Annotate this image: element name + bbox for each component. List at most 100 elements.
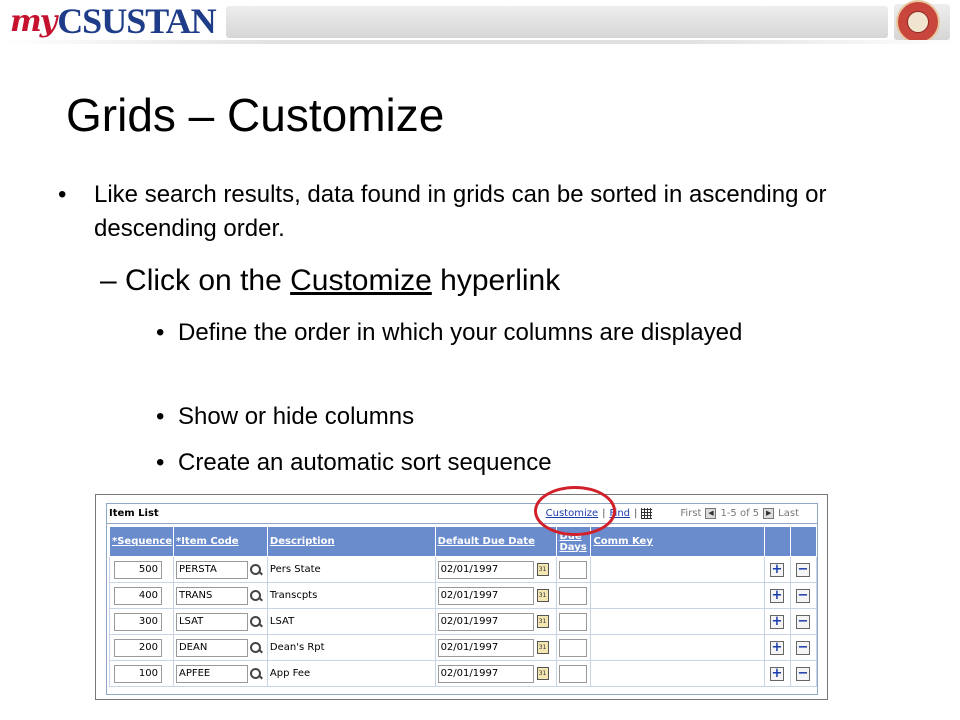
comm-key-cell [590,582,765,609]
item-table: *Sequence *Item Code Description Default… [109,526,818,687]
table-row: 300 LSAT LSAT 02/01/1997 31 + − [109,608,818,635]
grid-screenshot: Item List Customize | Find | First ◀ 1-5… [95,494,828,700]
lookup-icon[interactable] [249,563,262,576]
comm-key-cell [590,608,765,635]
due-days-input[interactable] [559,664,588,683]
slide-title: Grids – Customize [66,89,445,141]
col-item-code[interactable]: *Item Code [172,526,268,557]
calendar-icon[interactable]: 31 [536,667,549,680]
col-description[interactable]: Description [266,526,436,557]
due-date-input[interactable]: 02/01/1997 [437,638,534,657]
banner-bar [226,6,888,38]
add-row-button[interactable]: + [769,588,784,603]
calendar-icon[interactable]: 31 [536,615,549,628]
table-row: 500 PERSTA Pers State 02/01/1997 31 + − [109,556,818,583]
col-comm-key[interactable]: Comm Key [590,526,765,557]
add-row-button[interactable]: + [769,614,784,629]
bullet-level1: • Like search results, data found in gri… [58,178,908,246]
top-banner: my CSUSTAN [0,0,960,44]
due-date-input[interactable]: 02/01/1997 [437,560,534,579]
university-seal-icon [896,0,940,44]
grid-header: Item List Customize | Find | First ◀ 1-5… [107,504,817,524]
lookup-icon[interactable] [249,641,262,654]
calendar-icon[interactable]: 31 [536,563,549,576]
table-row: 100 APFEE App Fee 02/01/1997 31 + − [109,660,818,687]
mycsustan-logo: my CSUSTAN [10,2,222,40]
item-list-grid: Item List Customize | Find | First ◀ 1-5… [106,503,818,695]
due-days-input[interactable] [559,638,588,657]
row-range: 1-5 of 5 [720,508,760,519]
sequence-input[interactable]: 200 [114,638,162,657]
item-code-input[interactable]: TRANS [175,586,248,605]
delete-row-button[interactable]: − [795,640,810,655]
col-sequence[interactable]: *Sequence [109,526,174,557]
col-default-due-date[interactable]: Default Due Date [434,526,558,557]
download-grid-icon[interactable] [641,508,653,519]
col-remove [789,526,818,557]
point-item: • Show or hide columns [156,400,856,434]
point-text: Define the order in which your columns a… [178,319,743,346]
logo-csustan: CSUSTAN [57,1,216,41]
sub-bullet-post: hyperlink [431,264,561,297]
description-cell: Dean's Rpt [266,634,436,661]
bullet-icon: • [58,181,67,208]
banner-divider [0,40,960,44]
last-label: Last [778,508,799,519]
bullet-text: Like search results, data found in grids… [94,181,827,242]
due-days-input[interactable] [559,560,588,579]
description-cell: LSAT [266,608,436,635]
col-add [763,526,791,557]
due-days-input[interactable] [559,586,588,605]
point-item: • Create an automatic sort sequence [156,446,856,480]
lookup-icon[interactable] [249,589,262,602]
description-cell: Pers State [266,556,436,583]
calendar-icon[interactable]: 31 [536,641,549,654]
delete-row-button[interactable]: − [795,588,810,603]
sequence-input[interactable]: 500 [114,560,162,579]
description-cell: App Fee [266,660,436,687]
point-text: Create an automatic sort sequence [178,449,552,476]
sub-bullet-pre: Click on the [125,264,291,297]
calendar-icon[interactable]: 31 [536,589,549,602]
due-date-input[interactable]: 02/01/1997 [437,612,534,631]
grid-title: Item List [109,508,159,519]
due-date-input[interactable]: 02/01/1997 [437,586,534,605]
lookup-icon[interactable] [249,615,262,628]
bullet-icon: • [156,319,165,346]
point-item: • Define the order in which your columns… [156,316,856,350]
point-text: Show or hide columns [178,403,415,430]
sub-bullet: – Click on the Customize hyperlink [100,264,560,298]
comm-key-cell [590,634,765,661]
customize-link-text: Customize [290,264,432,297]
item-code-input[interactable]: APFEE [175,664,248,683]
sequence-input[interactable]: 400 [114,586,162,605]
toolbar-separator: | [634,508,638,519]
item-code-input[interactable]: PERSTA [175,560,248,579]
item-code-input[interactable]: LSAT [175,612,248,631]
table-row: 400 TRANS Transcpts 02/01/1997 31 + − [109,582,818,609]
due-date-input[interactable]: 02/01/1997 [437,664,534,683]
prev-arrow-icon[interactable]: ◀ [705,508,717,519]
lookup-icon[interactable] [249,667,262,680]
next-arrow-icon[interactable]: ▶ [763,508,775,519]
delete-row-button[interactable]: − [795,562,810,577]
item-code-input[interactable]: DEAN [175,638,248,657]
table-header-row: *Sequence *Item Code Description Default… [109,526,818,557]
comm-key-cell [590,556,765,583]
dash-icon: – [100,264,117,297]
add-row-button[interactable]: + [769,640,784,655]
table-row: 200 DEAN Dean's Rpt 02/01/1997 31 + − [109,634,818,661]
add-row-button[interactable]: + [769,666,784,681]
delete-row-button[interactable]: − [795,614,810,629]
highlight-circle [534,486,616,536]
comm-key-cell [590,660,765,687]
sequence-input[interactable]: 300 [114,612,162,631]
bullet-icon: • [156,403,165,430]
add-row-button[interactable]: + [769,562,784,577]
delete-row-button[interactable]: − [795,666,810,681]
due-days-input[interactable] [559,612,588,631]
logo-my: my [10,3,57,39]
first-label: First [680,508,702,519]
bullet-icon: • [156,449,165,476]
sequence-input[interactable]: 100 [114,664,162,683]
